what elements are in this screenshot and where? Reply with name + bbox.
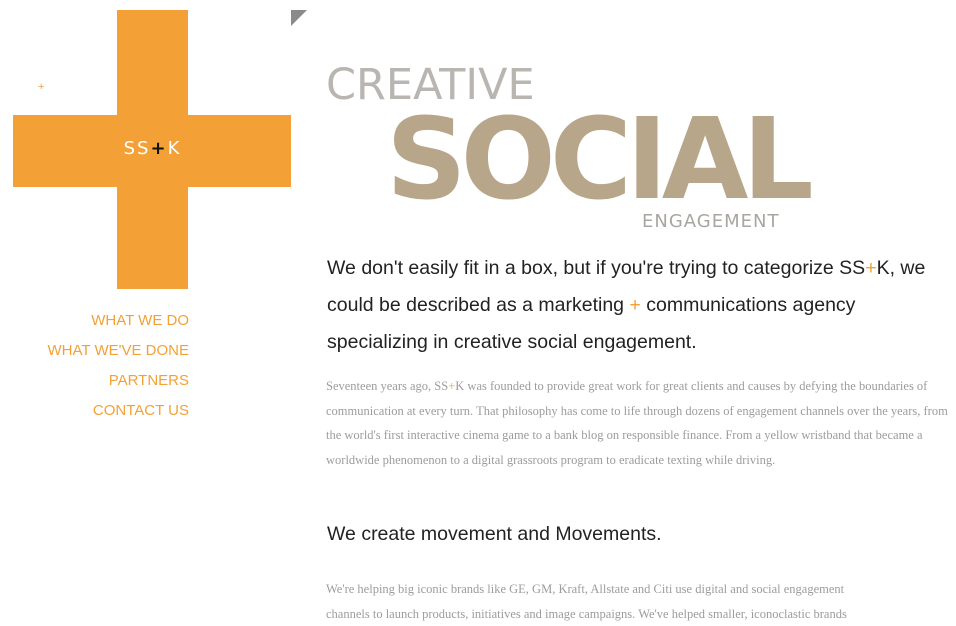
logo-text-k: K [168,138,182,159]
section-heading: We create movement and Movements. [327,523,662,546]
nav-what-weve-done[interactable]: WHAT WE'VE DONE [48,336,189,366]
lede-text: We don't easily fit in a box, but if you… [327,250,952,361]
header-social: SOCIAL [386,104,808,216]
paragraph-brands: We're helping big iconic brands like GE,… [326,577,954,626]
paragraph2-line1: We're helping big iconic brands like GE,… [326,577,954,602]
lede-part1: We don't easily fit in a box, but if you… [327,257,865,279]
logo[interactable]: SS+K [117,138,188,159]
nav-partners[interactable]: PARTNERS [48,366,189,396]
lede-plus2: + [629,294,640,316]
main-nav: WHAT WE DO WHAT WE'VE DONE PARTNERS CONT… [48,306,189,426]
paragraph1-part1: Seventeen years ago, SS [326,379,448,393]
lede-plus1: + [865,257,876,279]
corner-triangle-icon [291,10,307,26]
header-engagement: ENGAGEMENT [642,213,779,231]
nav-contact-us[interactable]: CONTACT US [48,396,189,426]
logo-text-ss: SS [124,138,151,159]
small-plus-icon: + [38,81,44,93]
logo-plus: + [150,138,167,159]
nav-what-we-do[interactable]: WHAT WE DO [48,306,189,336]
paragraph2-line2: channels to launch products, initiatives… [326,602,954,626]
paragraph-history: Seventeen years ago, SS+K was founded to… [326,374,954,472]
